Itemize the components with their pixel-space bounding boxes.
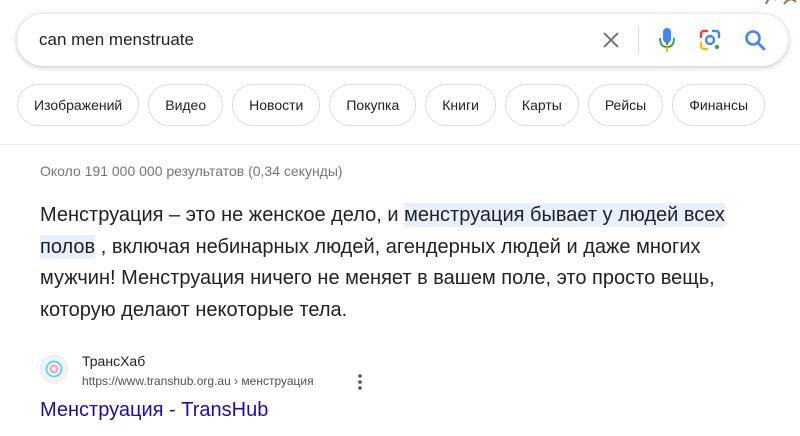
chip-news[interactable]: Новости (232, 84, 321, 126)
header-divider (0, 144, 800, 145)
chip-flights[interactable]: Рейсы (587, 84, 664, 126)
transhub-favicon[interactable] (40, 355, 68, 383)
chip-shopping[interactable]: Покупка (329, 84, 417, 126)
search-divider (638, 26, 639, 54)
result-stats: Около 191 000 000 результатов (0,34 секу… (40, 163, 343, 179)
chip-video[interactable]: Видео (148, 84, 224, 126)
chip-maps[interactable]: Карты (504, 84, 579, 126)
result-title-link[interactable]: Менструация - TransHub (40, 399, 268, 422)
source-site-name[interactable]: ТрансХаб (82, 353, 145, 369)
more-vert-icon[interactable] (354, 372, 366, 392)
google-lens-icon[interactable] (698, 28, 722, 52)
chip-finance[interactable]: Финансы (672, 84, 766, 126)
search-input[interactable]: can men menstruate (39, 30, 194, 50)
search-filter-chips: Изображений Видео Новости Покупка Книги … (17, 84, 766, 126)
featured-snippet: Менструация – это не женское дело, и мен… (40, 200, 770, 326)
snippet-text-before: Менструация – это не женское дело, и (40, 204, 405, 226)
source-url[interactable]: https://www.transhub.org.au › менструаци… (82, 374, 314, 388)
snippet-text-after: , включая небинарных людей, агендерных л… (40, 235, 715, 321)
chip-images[interactable]: Изображений (17, 84, 140, 126)
microphone-icon[interactable] (658, 26, 676, 54)
search-bar[interactable]: can men menstruate (17, 14, 788, 66)
close-icon[interactable] (600, 29, 622, 51)
search-icon[interactable] (743, 28, 767, 52)
chip-books[interactable]: Книги (425, 84, 496, 126)
doodle-fragment-icon (765, 0, 797, 5)
